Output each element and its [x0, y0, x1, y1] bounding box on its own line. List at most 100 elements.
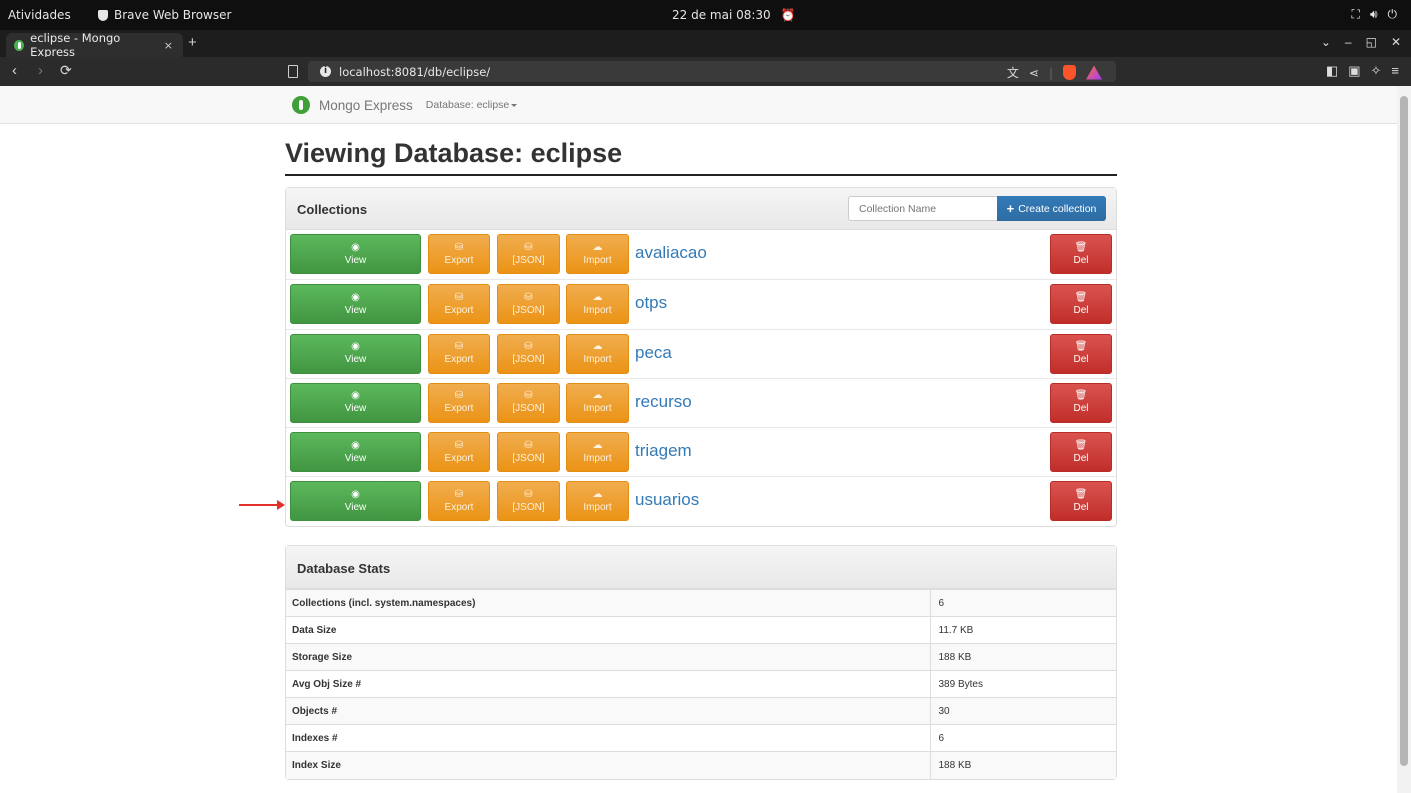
json-label: [JSON]: [512, 501, 545, 513]
delete-button[interactable]: 🗑︎ Del: [1050, 432, 1112, 473]
tab-search-icon[interactable]: ⌄: [1321, 35, 1331, 49]
reload-icon[interactable]: ⟳: [60, 62, 72, 79]
collection-row: ◉ View ⛁ Export ⛁ [JSON] ☁ Import triagem 🗑︎ Del: [286, 427, 1116, 476]
system-tray[interactable]: ⛶ 🔊︎ ⏻: [1352, 7, 1397, 22]
tab-close-icon[interactable]: ×: [164, 39, 173, 52]
export-button[interactable]: ⛁ Export: [428, 382, 490, 423]
view-button[interactable]: ◉ View: [290, 284, 421, 325]
clock-label: 22 de mai 08:30: [672, 8, 771, 22]
stat-label: Objects #: [286, 697, 931, 725]
export-json-button[interactable]: ⛁ [JSON]: [497, 432, 560, 473]
collection-link[interactable]: peca: [635, 343, 672, 363]
trash-icon: 🗑︎: [1074, 241, 1088, 253]
import-button[interactable]: ☁ Import: [566, 284, 629, 325]
collection-link[interactable]: otps: [635, 293, 667, 313]
import-button[interactable]: ☁ Import: [566, 382, 629, 423]
collections-panel: Collections + Create collection ◉View⛁Ex…: [285, 187, 1117, 527]
export-label: Export: [444, 304, 474, 316]
share-icon[interactable]: ⋖: [1029, 66, 1039, 80]
restore-icon[interactable]: ◱: [1366, 35, 1377, 49]
brand-label: Mongo Express: [319, 97, 413, 113]
collection-link[interactable]: recurso: [635, 392, 692, 412]
floppy-icon: ⛁: [454, 291, 464, 303]
export-json-button[interactable]: ⛁ [JSON]: [497, 284, 560, 325]
browser-tab[interactable]: eclipse - Mongo Express ×: [6, 31, 183, 59]
leo-ai-icon[interactable]: ✧: [1371, 63, 1382, 79]
export-button[interactable]: ⛁ Export: [428, 333, 490, 374]
delete-button[interactable]: 🗑︎ Del: [1050, 382, 1112, 423]
trash-icon: 🗑︎: [1074, 341, 1088, 353]
collection-link[interactable]: usuarios: [635, 490, 699, 510]
export-json-button[interactable]: ⛁ [JSON]: [497, 481, 560, 522]
cloud-upload-icon: ☁: [592, 439, 603, 451]
scrollbar-thumb[interactable]: [1400, 96, 1408, 766]
import-button[interactable]: ☁ Import: [566, 432, 629, 473]
clock[interactable]: 22 de mai 08:30 ⏰: [672, 8, 796, 22]
close-window-icon[interactable]: ✕: [1391, 35, 1401, 49]
collections-title: Collections: [297, 202, 368, 217]
json-label: [JSON]: [512, 403, 545, 415]
stat-label: Storage Size: [286, 643, 931, 671]
collection-link[interactable]: triagem: [635, 441, 692, 461]
collection-link[interactable]: avaliacao: [635, 243, 707, 263]
collection-name-input[interactable]: [848, 196, 998, 221]
database-dropdown[interactable]: Database: eclipse: [426, 99, 518, 111]
address-bar[interactable]: i localhost:8081/db/eclipse/ 文 ⋖ |: [308, 61, 1116, 82]
stats-table: Collections (incl. system.namespaces) 6 Da…: [286, 589, 1116, 779]
stat-label: Index Size: [286, 751, 931, 779]
brave-rewards-icon[interactable]: [1086, 65, 1102, 80]
json-label: [JSON]: [512, 354, 545, 366]
stats-row: Collections (incl. system.namespaces) 6: [286, 589, 1116, 617]
delete-button[interactable]: 🗑︎ Del: [1050, 333, 1112, 374]
translate-icon[interactable]: 文: [1007, 64, 1019, 81]
mongo-favicon-icon: [14, 39, 25, 51]
import-button[interactable]: ☁ Import: [566, 481, 629, 522]
del-label: Del: [1073, 304, 1089, 316]
create-collection-button[interactable]: + Create collection: [997, 196, 1106, 221]
export-button[interactable]: ⛁ Export: [428, 234, 490, 274]
wallet-icon[interactable]: ▣: [1348, 63, 1360, 79]
view-button[interactable]: ◉ View: [290, 333, 421, 374]
import-label: Import: [583, 403, 612, 415]
export-button[interactable]: ⛁ Export: [428, 481, 490, 522]
activities-button[interactable]: Atividades: [8, 8, 71, 22]
delete-button[interactable]: 🗑︎ Del: [1050, 234, 1112, 274]
menu-icon[interactable]: ≡: [1391, 63, 1399, 79]
stats-row: Index Size 188 KB: [286, 751, 1116, 779]
import-button[interactable]: ☁ Import: [566, 333, 629, 374]
export-button[interactable]: ⛁ Export: [428, 284, 490, 325]
page-scrollbar[interactable]: [1397, 86, 1411, 793]
site-info-icon[interactable]: i: [320, 66, 331, 77]
brave-lion-icon: [98, 9, 108, 21]
trash-icon: 🗑︎: [1074, 439, 1088, 451]
navigation-bar: ‹ › ⟳ i localhost:8081/db/eclipse/ 文 ⋖ |…: [0, 57, 1411, 86]
back-icon[interactable]: ‹: [12, 62, 17, 79]
export-json-button[interactable]: ⛁ [JSON]: [497, 333, 560, 374]
export-button[interactable]: ⛁ Export: [428, 432, 490, 473]
floppy-icon: ⛁: [524, 439, 533, 451]
forward-icon[interactable]: ›: [38, 62, 43, 79]
minimize-icon[interactable]: –: [1345, 35, 1352, 49]
stat-value: 6: [930, 589, 1116, 617]
view-button[interactable]: ◉ View: [290, 234, 421, 274]
app-menu[interactable]: Brave Web Browser: [98, 8, 231, 22]
new-tab-button[interactable]: +: [188, 34, 197, 51]
view-button[interactable]: ◉ View: [290, 432, 421, 473]
bookmark-icon[interactable]: [288, 65, 298, 78]
import-label: Import: [583, 452, 612, 464]
sidebar-icon[interactable]: ◧: [1326, 63, 1338, 79]
export-json-button[interactable]: ⛁ [JSON]: [497, 382, 560, 423]
brand[interactable]: Mongo Express Database: eclipse: [292, 96, 518, 114]
stat-value: 30: [930, 697, 1116, 725]
import-label: Import: [583, 254, 612, 266]
del-label: Del: [1073, 452, 1089, 464]
import-button[interactable]: ☁ Import: [566, 234, 629, 274]
cloud-upload-icon: ☁: [592, 241, 603, 253]
floppy-icon: ⛁: [524, 291, 533, 303]
view-button[interactable]: ◉ View: [290, 481, 421, 522]
brave-shields-icon[interactable]: [1063, 65, 1076, 80]
view-button[interactable]: ◉ View: [290, 382, 421, 423]
export-json-button[interactable]: ⛁ [JSON]: [497, 234, 560, 274]
delete-button[interactable]: 🗑︎ Del: [1050, 481, 1112, 522]
delete-button[interactable]: 🗑︎ Del: [1050, 284, 1112, 325]
